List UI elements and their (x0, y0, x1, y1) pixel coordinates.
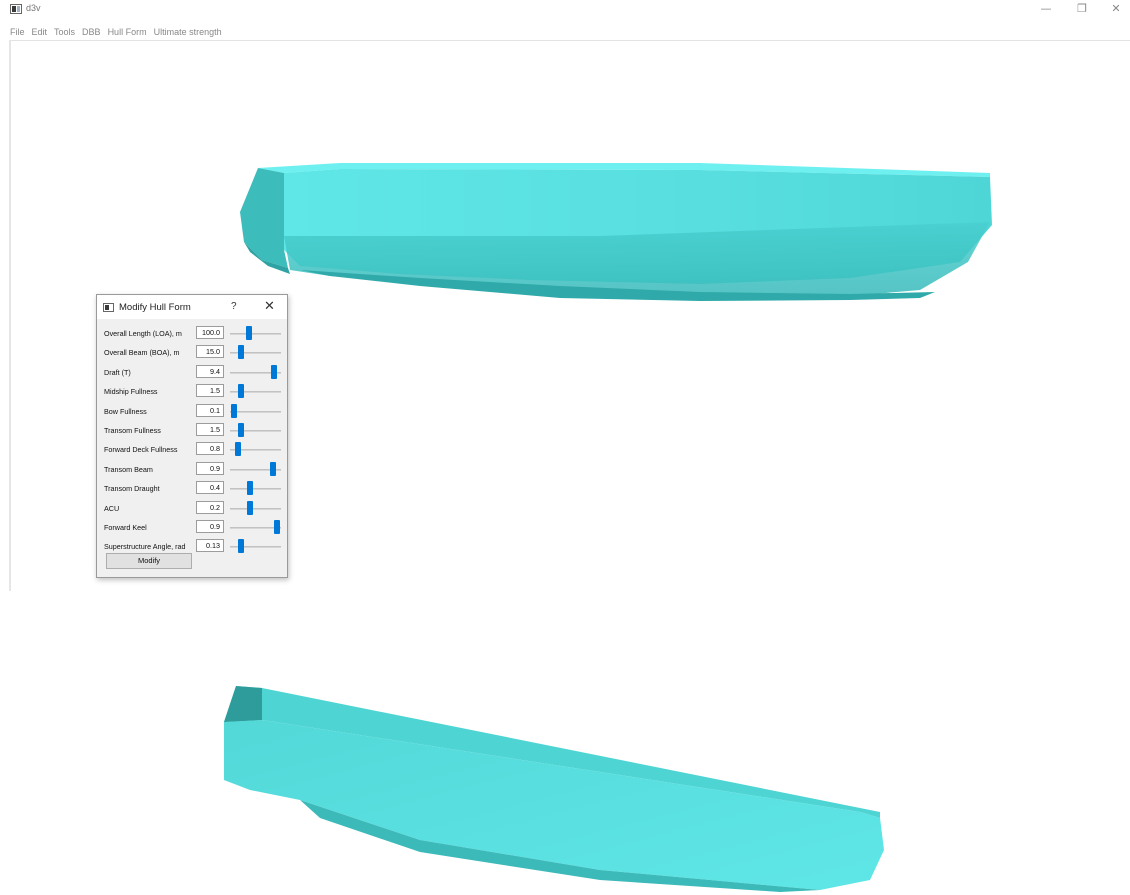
parameter-slider[interactable] (230, 539, 281, 554)
parameter-label: Superstructure Angle, rad (104, 542, 186, 552)
parameter-label: Forward Deck Fullness (104, 445, 178, 455)
slider-handle[interactable] (270, 461, 276, 476)
parameter-slider[interactable] (230, 326, 281, 340)
parameter-input[interactable]: 0.4 (196, 481, 224, 495)
parameter-slider[interactable] (230, 345, 281, 360)
slider-handle[interactable] (246, 326, 252, 340)
parameter-input[interactable]: 0.9 (196, 461, 224, 475)
parameter-input[interactable]: 0.8 (196, 442, 224, 456)
parameter-input[interactable]: 15.0 (196, 345, 224, 359)
parameter-row: Draft (T) 9.4 (97, 363, 287, 383)
hull-perspective-view (224, 686, 884, 892)
dialog-title: Modify Hull Form (119, 302, 191, 313)
slider-handle[interactable] (271, 364, 277, 379)
parameter-slider[interactable] (230, 403, 281, 418)
dialog-title-bar: Modify Hull Form ? ✕ (97, 295, 287, 319)
parameter-label: Transom Draught (104, 484, 160, 494)
modify-button[interactable]: Modify (106, 553, 192, 569)
parameter-label: Overall Length (LOA), m (104, 329, 182, 338)
slider-track[interactable] (230, 410, 281, 413)
modify-hull-form-dialog: Modify Hull Form ? ✕ Overall Length (LOA… (96, 294, 288, 578)
slider-handle[interactable] (247, 500, 253, 515)
parameter-input[interactable]: 0.9 (196, 520, 224, 533)
parameter-label: Forward Keel (104, 523, 147, 532)
hull-stern-opening (224, 686, 262, 722)
slider-track[interactable] (230, 507, 281, 510)
slider-handle[interactable] (238, 539, 244, 554)
parameter-row: Transom Fullness 1.5 (97, 421, 287, 441)
slider-track[interactable] (230, 488, 281, 491)
dialog-app-icon (103, 303, 114, 312)
parameter-row: Forward Deck Fullness 0.8 (97, 440, 287, 460)
parameter-slider[interactable] (230, 423, 281, 437)
dialog-close-icon[interactable]: ✕ (264, 299, 275, 314)
parameter-slider[interactable] (230, 520, 281, 534)
parameter-label: Overall Beam (BOA), m (104, 348, 180, 358)
hull-transom (240, 168, 288, 268)
slider-handle[interactable] (235, 442, 241, 457)
slider-handle[interactable] (238, 384, 244, 399)
parameter-row: Transom Beam 0.9 (97, 460, 287, 480)
slider-track[interactable] (230, 333, 281, 335)
parameter-slider[interactable] (230, 442, 281, 457)
parameter-input[interactable]: 0.13 (196, 539, 224, 553)
parameter-row: Transom Draught 0.4 (97, 479, 287, 499)
parameter-input[interactable]: 0.2 (196, 500, 224, 514)
parameter-input[interactable]: 0.1 (196, 403, 224, 417)
parameter-input[interactable]: 9.4 (196, 364, 224, 378)
parameter-row: Bow Fullness 0.1 (97, 402, 287, 422)
slider-handle[interactable] (247, 481, 253, 496)
parameter-label: Bow Fullness (104, 406, 147, 416)
parameter-input[interactable]: 1.5 (196, 423, 224, 436)
parameter-row: Forward Keel 0.9 (97, 518, 287, 538)
hull-side-view (240, 163, 992, 301)
parameter-slider[interactable] (230, 364, 281, 379)
help-icon[interactable]: ? (231, 301, 237, 312)
parameter-slider[interactable] (230, 384, 281, 399)
parameter-row: Overall Length (LOA), m 100.0 (97, 324, 287, 344)
parameter-label: Midship Fullness (104, 387, 158, 397)
parameter-label: Transom Fullness (104, 426, 161, 435)
parameter-input[interactable]: 100.0 (196, 326, 224, 339)
parameter-row: ACU 0.2 (97, 499, 287, 519)
parameter-slider[interactable] (230, 461, 281, 476)
slider-handle[interactable] (238, 423, 244, 437)
parameter-row: Midship Fullness 1.5 (97, 382, 287, 402)
parameter-slider[interactable] (230, 500, 281, 515)
parameter-label: Draft (T) (104, 367, 131, 377)
parameter-slider[interactable] (230, 481, 281, 496)
parameter-label: ACU (104, 503, 120, 513)
slider-handle[interactable] (238, 345, 244, 360)
slider-handle[interactable] (231, 403, 237, 418)
parameter-input[interactable]: 1.5 (196, 384, 224, 398)
parameter-label: Transom Beam (104, 464, 153, 474)
parameter-row: Overall Beam (BOA), m 15.0 (97, 343, 287, 363)
slider-handle[interactable] (274, 520, 280, 534)
